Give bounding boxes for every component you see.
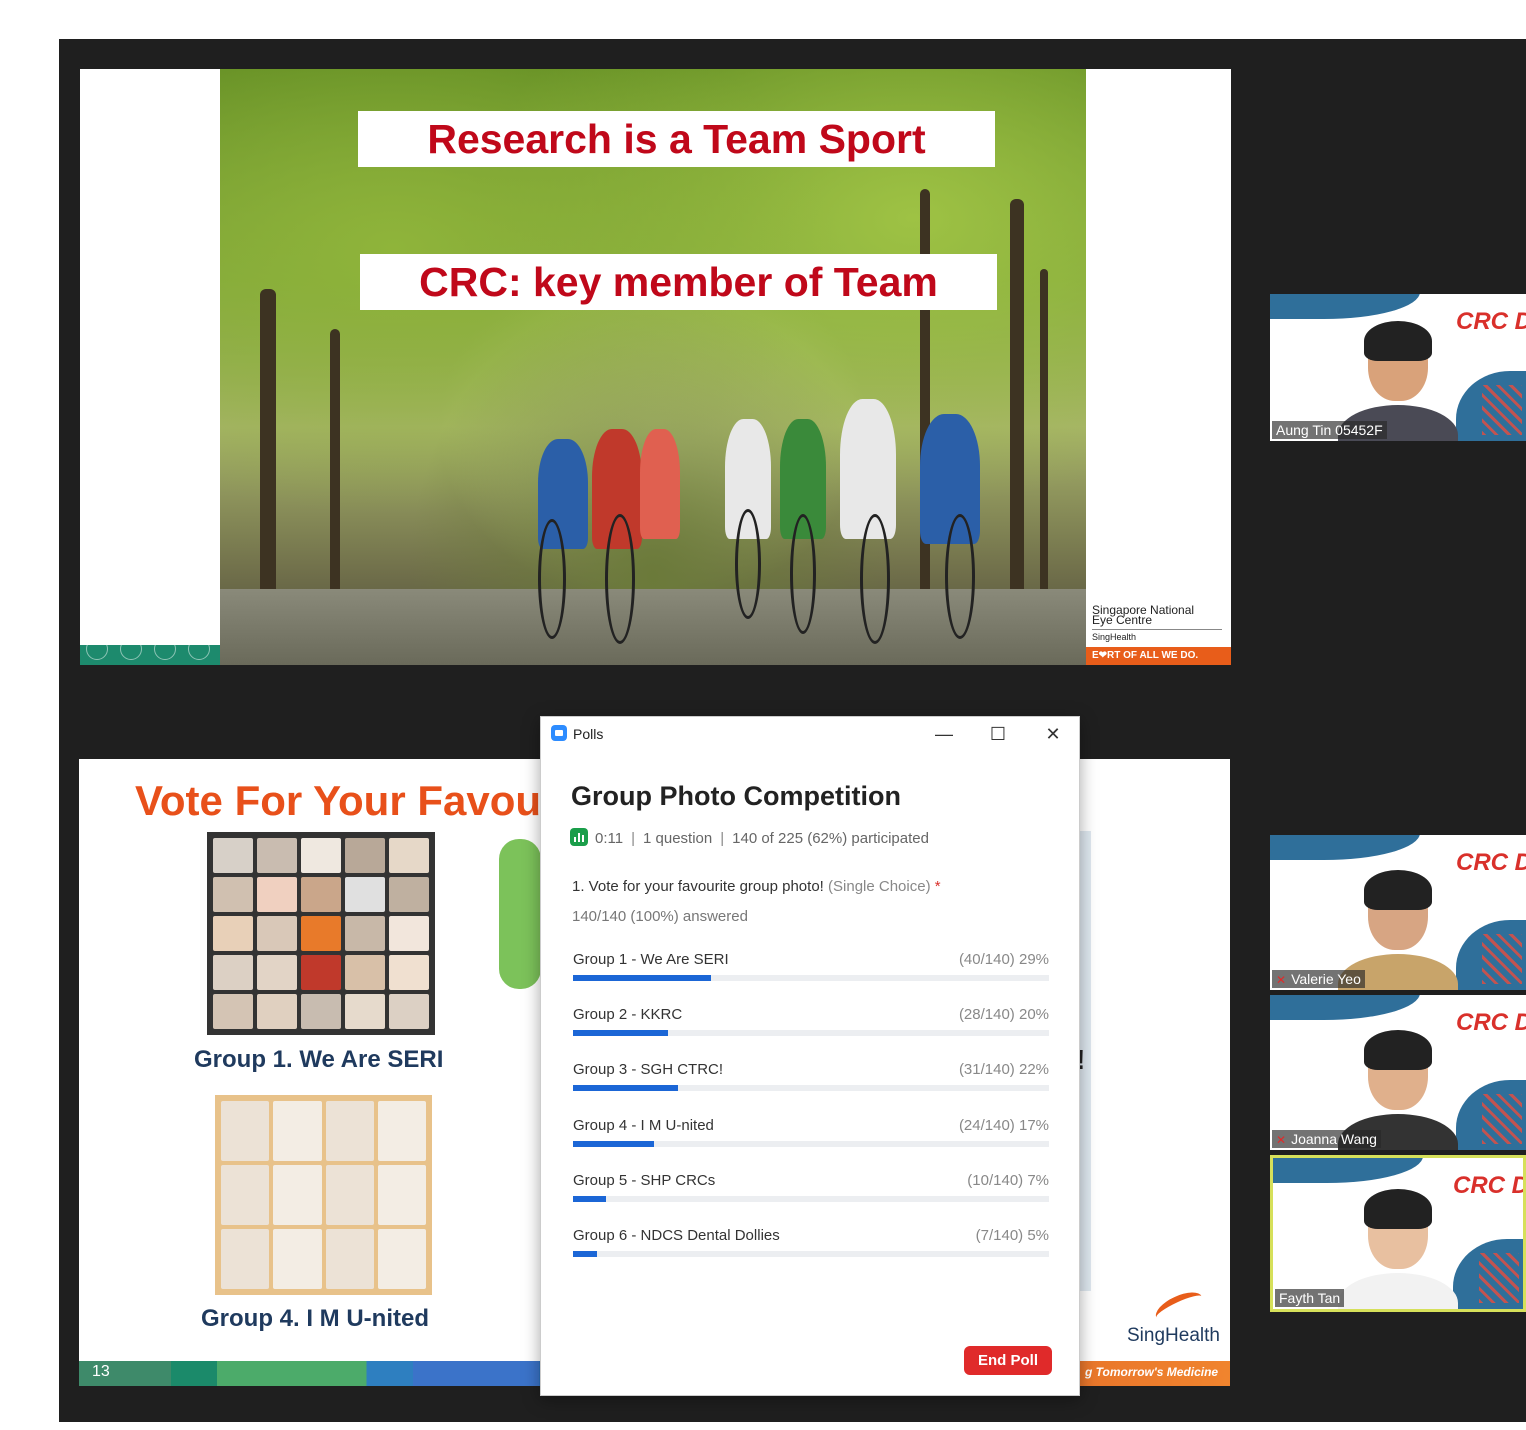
- poll-option: Group 4 - I M U-nited (24/140) 17%: [573, 1117, 1049, 1157]
- zoom-app-icon: [551, 725, 567, 741]
- poll-option: Group 3 - SGH CTRC! (31/140) 22%: [573, 1061, 1049, 1101]
- poll-option-bar-fill: [573, 1196, 607, 1202]
- poll-option-result: (10/140) 7%: [967, 1172, 1049, 1189]
- slide-footer-tagline: E❤RT OF ALL WE DO.: [1086, 647, 1231, 665]
- pen-icon[interactable]: [154, 638, 176, 660]
- poll-participation: 140 of 225 (62%) participated: [732, 830, 929, 847]
- minimize-button[interactable]: —: [929, 721, 959, 747]
- poll-answered-count: 140/140 (100%) answered: [572, 908, 748, 925]
- poll-option-bar-fill: [573, 1251, 597, 1257]
- muted-mic-icon: ✕: [1276, 1133, 1287, 1147]
- poll-option-result: (7/140) 5%: [975, 1227, 1049, 1244]
- group1-collage: [207, 832, 435, 1035]
- slide-overview-icon[interactable]: [188, 638, 210, 660]
- crc-day-banner: CRC D: [1456, 849, 1526, 876]
- participant-video-tile[interactable]: CRC D Fayth Tan: [1270, 1155, 1526, 1312]
- poll-option-bar-fill: [573, 975, 712, 981]
- poll-option: Group 2 - KKRC (28/140) 20%: [573, 1006, 1049, 1046]
- participant-video-tile[interactable]: CRC D ✕ Joanna Wang: [1270, 995, 1526, 1150]
- slide-page-number: 13: [92, 1363, 110, 1380]
- crc-day-banner: CRC D: [1456, 308, 1526, 335]
- end-poll-button[interactable]: End Poll: [964, 1346, 1052, 1375]
- singhealth-swoosh-icon: [1151, 1286, 1207, 1328]
- polls-window-title: Polls: [573, 726, 604, 742]
- participant-name-label: Aung Tin 05452F: [1272, 421, 1387, 439]
- group-collage-partial: [499, 839, 541, 989]
- group4-collage: [215, 1095, 432, 1295]
- poll-option-result: (28/140) 20%: [958, 1006, 1049, 1023]
- poll-option-bar-fill: [573, 1141, 654, 1147]
- participant-name-label: Fayth Tan: [1275, 1289, 1345, 1307]
- poll-option-result: (40/140) 29%: [958, 951, 1049, 968]
- poll-question: 1. Vote for your favourite group photo! …: [572, 878, 941, 895]
- slide-title-line1: Research is a Team Sport: [358, 111, 995, 167]
- vote-heading: Vote For Your Favou: [135, 777, 542, 824]
- polls-titlebar[interactable]: Polls — ☐ ✕: [541, 717, 1079, 751]
- poll-option-bar: [573, 1251, 1049, 1257]
- group1-label: Group 1. We Are SERI: [194, 1046, 444, 1073]
- poll-option-label: Group 1 - We Are SERI: [573, 951, 729, 968]
- shared-slide-top: Research is a Team Sport CRC: key member…: [80, 69, 1231, 665]
- poll-option-result: (31/140) 22%: [958, 1061, 1049, 1078]
- poll-option-label: Group 3 - SGH CTRC!: [573, 1061, 724, 1078]
- poll-question-count: 1 question: [643, 830, 713, 847]
- crc-day-banner: CRC D: [1456, 1009, 1526, 1036]
- poll-option: Group 5 - SHP CRCs (10/140) 7%: [573, 1172, 1049, 1212]
- bar-chart-icon: [570, 828, 588, 846]
- poll-title: Group Photo Competition: [571, 781, 901, 811]
- participant-name-label: ✕ Joanna Wang: [1272, 1130, 1381, 1148]
- poll-option-bar: [573, 1141, 1049, 1147]
- poll-option-bar: [573, 1085, 1049, 1091]
- poll-option-bar: [573, 1030, 1049, 1036]
- poll-option-label: Group 6 - NDCS Dental Dollies: [573, 1227, 780, 1244]
- muted-mic-icon: ✕: [1276, 973, 1287, 987]
- poll-option: Group 1 - We Are SERI (40/140) 29%: [573, 951, 1049, 991]
- polls-window[interactable]: Polls — ☐ ✕ Group Photo Competition 0:11…: [540, 716, 1080, 1396]
- poll-option-bar-fill: [573, 1085, 678, 1091]
- poll-option-result: (24/140) 17%: [958, 1117, 1049, 1134]
- slide-footer-tagline: g Tomorrow's Medicine: [1085, 1365, 1219, 1379]
- previous-slide-icon[interactable]: [86, 638, 108, 660]
- poll-option-bar-fill: [573, 1030, 669, 1036]
- poll-option-label: Group 5 - SHP CRCs: [573, 1172, 716, 1189]
- poll-option-bar: [573, 1196, 1049, 1202]
- poll-option-label: Group 2 - KKRC: [573, 1006, 683, 1023]
- participant-video-tile[interactable]: CRC D Aung Tin 05452F: [1270, 294, 1526, 441]
- poll-elapsed: 0:11: [595, 830, 624, 847]
- poll-option-label: Group 4 - I M U-nited: [573, 1117, 714, 1134]
- poll-option: Group 6 - NDCS Dental Dollies (7/140) 5%: [573, 1227, 1049, 1267]
- poll-stats: 0:11 | 1 question | 140 of 225 (62%) partici…: [570, 828, 929, 847]
- next-slide-icon[interactable]: [120, 638, 142, 660]
- participant-video-tile[interactable]: CRC D ✕ Valerie Yeo: [1270, 835, 1526, 990]
- singhealth-logo: SingHealth: [1127, 1325, 1220, 1346]
- participant-video: [1338, 1189, 1458, 1309]
- slide-title-line2: CRC: key member of Team: [360, 254, 997, 310]
- maximize-button[interactable]: ☐: [983, 721, 1013, 747]
- poll-option-bar: [573, 975, 1049, 981]
- snec-logo: Singapore National Eye Centre SingHealth: [1092, 604, 1222, 642]
- crc-day-banner: CRC D: [1453, 1172, 1526, 1199]
- close-button[interactable]: ✕: [1038, 721, 1068, 747]
- participant-name-label: ✕ Valerie Yeo: [1272, 970, 1365, 988]
- group4-label: Group 4. I M U-nited: [201, 1305, 429, 1332]
